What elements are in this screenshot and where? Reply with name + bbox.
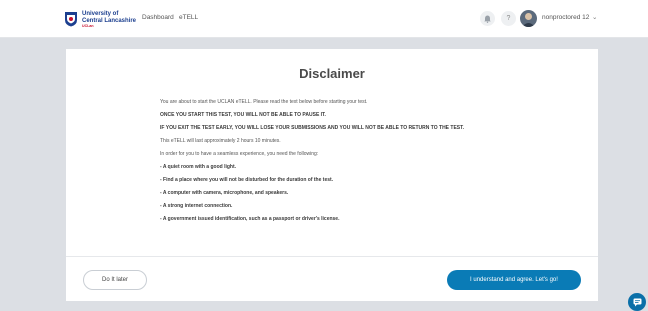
notifications-button[interactable]	[480, 11, 495, 26]
university-logo-icon[interactable]	[64, 11, 78, 27]
requirement-undisturbed-place: - Find a place where you will not be dis…	[160, 177, 334, 183]
chat-icon	[633, 298, 641, 306]
disclaimer-line-exit-warning: IF YOU EXIT THE TEST EARLY, YOU WILL LOS…	[160, 125, 465, 131]
logo-line-3: UCLan	[82, 24, 94, 28]
help-icon: ?	[506, 15, 511, 22]
disclaimer-line-requirements: In order for you to have a seamless expe…	[160, 151, 319, 157]
logo-line-1: University of	[82, 11, 119, 17]
user-avatar-icon	[522, 13, 535, 27]
requirement-internet: - A strong internet connection.	[160, 203, 233, 209]
disclaimer-line-no-pause: ONCE YOU START THIS TEST, YOU WILL NOT B…	[160, 112, 326, 118]
nav-etell-link[interactable]: eTELL	[179, 14, 198, 21]
requirement-quiet-room: - A quiet room with a good light.	[160, 164, 237, 170]
disclaimer-line-intro: You are about to start the UCLAN eTELL. …	[160, 99, 368, 105]
avatar[interactable]	[520, 10, 537, 27]
user-name[interactable]: nonproctored 12	[542, 14, 589, 21]
help-button[interactable]: ?	[501, 11, 516, 26]
bell-icon	[484, 15, 491, 23]
disclaimer-card: Disclaimer You are about to start the UC…	[66, 49, 598, 301]
disclaimer-footer: Do It later I understand and agree. Let'…	[66, 256, 598, 301]
disclaimer-line-duration: This eTELL will last approximately 2 hou…	[160, 138, 281, 144]
chat-button[interactable]	[628, 293, 646, 311]
chevron-down-icon[interactable]: ⌄	[592, 13, 597, 21]
nav-dashboard-link[interactable]: Dashboard	[142, 14, 174, 21]
requirement-identification: - A government issued identification, su…	[160, 216, 340, 222]
university-logo-text[interactable]: University of Central Lancashire UCLan	[82, 11, 136, 29]
page-title: Disclaimer	[299, 66, 365, 81]
disclaimer-body: Disclaimer You are about to start the UC…	[66, 49, 598, 256]
disclaimer-text: You are about to start the UCLAN eTELL. …	[160, 99, 580, 229]
requirement-computer: - A computer with camera, microphone, an…	[160, 190, 289, 196]
do-it-later-button[interactable]: Do It later	[83, 270, 147, 290]
agree-button[interactable]: I understand and agree. Let's go!	[447, 270, 581, 290]
top-navbar: University of Central Lancashire UCLan D…	[0, 0, 648, 38]
